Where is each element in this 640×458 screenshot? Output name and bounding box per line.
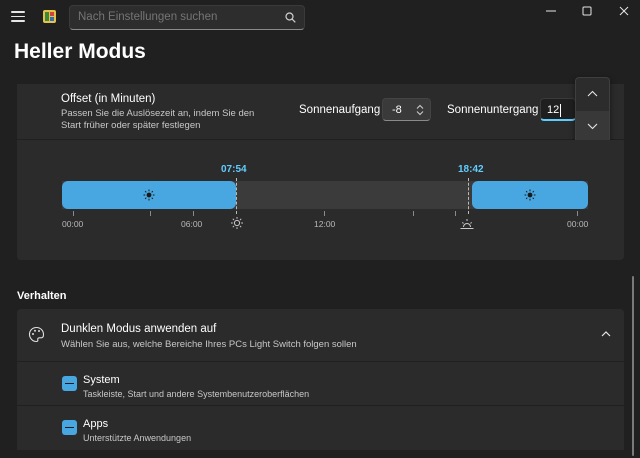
light-segment-evening	[472, 181, 588, 209]
vertical-scrollbar[interactable]	[632, 276, 634, 456]
tick-mark	[455, 211, 456, 216]
section-title-behavior: Verhalten	[17, 290, 67, 302]
offset-title: Offset (in Minuten)	[61, 93, 156, 105]
sunset-icon	[460, 219, 474, 229]
spin-updown-icon[interactable]	[416, 104, 424, 116]
increment-button[interactable]	[576, 78, 609, 111]
sunrise-time-label: 07:54	[221, 164, 247, 175]
tick-label: 00:00	[62, 219, 84, 229]
light-segment-morning	[62, 181, 236, 209]
row-description: Taskleiste, Start und andere Systembenut…	[83, 389, 310, 399]
app-logo-icon	[43, 10, 56, 23]
indeterminate-icon	[65, 382, 74, 384]
list-item-apps: Apps Unterstützte Anwendungen	[17, 406, 624, 450]
chevron-up-icon	[587, 90, 598, 97]
maximize-icon[interactable]	[580, 4, 594, 18]
text-caret	[560, 104, 561, 117]
sunrise-marker-line	[236, 178, 237, 214]
tick-mark	[150, 211, 151, 216]
expander-title: Dunklen Modus anwenden auf	[61, 323, 217, 335]
expander-description: Wählen Sie aus, welche Bereiche Ihres PC…	[61, 339, 357, 350]
minimize-icon[interactable]	[544, 4, 558, 18]
sun-icon	[524, 189, 536, 201]
tick-label: 12:00	[314, 219, 336, 229]
dark-mode-apply-expander[interactable]: Dunklen Modus anwenden auf Wählen Sie au…	[17, 309, 624, 361]
offset-description: Passen Sie die Auslösezeit an, indem Sie…	[61, 108, 255, 131]
sunset-time-label: 18:42	[458, 164, 484, 175]
chevron-up-icon[interactable]	[601, 330, 611, 337]
indeterminate-icon	[65, 426, 74, 428]
spin-button-popup	[575, 77, 610, 145]
title-bar	[0, 0, 640, 34]
sunrise-label: Sonnenaufgang	[299, 104, 381, 116]
search-box[interactable]	[69, 5, 305, 30]
hamburger-icon[interactable]	[11, 11, 25, 22]
sunrise-icon	[231, 217, 243, 229]
palette-icon	[28, 326, 45, 343]
sunset-offset-value: 12	[547, 104, 560, 116]
sun-icon	[143, 189, 155, 201]
timeline-card: 07:54 18:42 00:00 06:00 12:00 00:00	[17, 140, 624, 260]
sunset-offset-stepper[interactable]: 12	[540, 98, 576, 121]
search-input[interactable]	[78, 6, 278, 29]
system-checkbox[interactable]	[62, 376, 77, 391]
row-title: System	[83, 374, 120, 386]
apps-checkbox[interactable]	[62, 420, 77, 435]
sunset-marker-line	[468, 178, 469, 214]
tick-mark	[73, 211, 74, 216]
sunrise-offset-value: -8	[392, 104, 402, 116]
row-description: Unterstützte Anwendungen	[83, 433, 192, 443]
offset-card: Offset (in Minuten) Passen Sie die Auslö…	[17, 84, 624, 139]
row-title: Apps	[83, 418, 109, 430]
sunrise-offset-stepper[interactable]: -8	[382, 98, 431, 121]
chevron-down-icon	[587, 123, 598, 130]
close-icon[interactable]	[617, 4, 631, 18]
sunset-label: Sonnenuntergang	[447, 104, 539, 116]
tick-mark	[324, 211, 325, 216]
tick-label: 06:00	[181, 219, 203, 229]
tick-mark	[193, 211, 194, 216]
page-title: Heller Modus	[14, 40, 146, 63]
search-icon[interactable]	[285, 12, 296, 23]
tick-label: 00:00	[567, 219, 589, 229]
tick-mark	[577, 211, 578, 216]
list-item-system: System Taskleiste, Start und andere Syst…	[17, 362, 624, 405]
tick-mark	[413, 211, 414, 216]
